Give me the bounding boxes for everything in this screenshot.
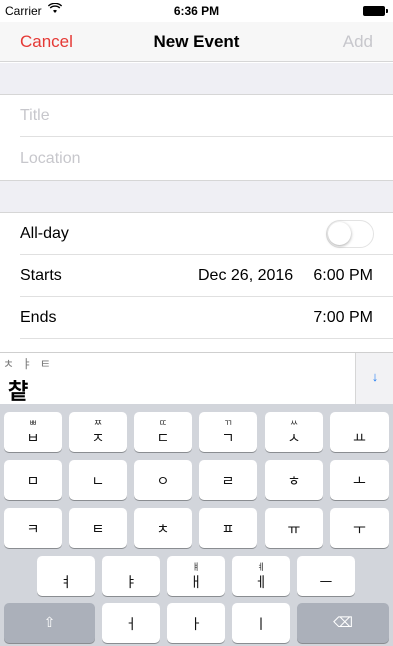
key-label: ㅓ xyxy=(124,616,138,632)
section-separator xyxy=(0,180,393,213)
allday-toggle[interactable] xyxy=(326,220,374,248)
key-label: ㅋ xyxy=(26,521,40,537)
delete-key[interactable]: ⌫ xyxy=(297,603,389,643)
key[interactable]: ㅌ xyxy=(69,508,127,548)
key-label: ㅐ xyxy=(189,574,203,590)
key[interactable]: ㅗ xyxy=(330,460,389,500)
key[interactable]: ㄲ ㄱ xyxy=(199,412,257,452)
key-label: ㅔ xyxy=(254,574,268,590)
key[interactable]: ㅡ xyxy=(297,556,355,596)
key[interactable]: ㅋ xyxy=(4,508,62,548)
key-label: ㅛ xyxy=(353,430,366,446)
key[interactable]: ㅊ xyxy=(134,508,192,548)
key[interactable]: ㅜ xyxy=(330,508,389,548)
location-placeholder: Location xyxy=(20,150,81,167)
key-label: ㅍ xyxy=(221,521,235,537)
key[interactable]: ㄴ xyxy=(69,460,127,500)
composed-character[interactable]: 챹 xyxy=(8,374,28,406)
key-label: ㅁ xyxy=(26,473,40,489)
key-label: ㅣ xyxy=(254,616,268,632)
key-label: ㄴ xyxy=(91,473,105,489)
key[interactable]: ㅁ xyxy=(4,460,62,500)
key-label: ㅊ xyxy=(156,521,170,537)
starts-label: Starts xyxy=(20,267,62,284)
key-label: ㅡ xyxy=(319,574,333,590)
key[interactable]: ㅓ xyxy=(102,603,160,643)
battery-icon xyxy=(363,6,388,16)
dismiss-keyboard-button[interactable]: ↓ xyxy=(355,353,393,405)
key[interactable]: ㅍ xyxy=(199,508,257,548)
key[interactable]: ㅉ ㅈ xyxy=(69,412,127,452)
key-label: ㅅ xyxy=(287,430,301,446)
key-label: ㅏ xyxy=(189,616,203,632)
starts-row[interactable]: Starts Dec 26, 2016 6:00 PM xyxy=(20,255,393,297)
add-button[interactable]: Add xyxy=(343,32,373,52)
key[interactable]: ㅇ xyxy=(134,460,192,500)
key-label: ㅇ xyxy=(156,473,170,489)
key[interactable]: ㄸ ㄷ xyxy=(134,412,192,452)
key[interactable]: ㅕ xyxy=(37,556,95,596)
keyboard-candidate-bar: ㅊ ㅑ ㅌ 챹 ↓ xyxy=(0,352,393,406)
toggle-knob xyxy=(328,222,351,245)
key-label: ㄹ xyxy=(221,473,235,489)
shift-key[interactable]: ⇧ xyxy=(4,603,95,643)
key-label: ㄷ xyxy=(156,430,170,446)
shift-icon: ⇧ xyxy=(43,614,56,630)
allday-row: All-day xyxy=(20,213,393,255)
korean-keyboard: ㅃ ㅂ ㅉ ㅈ ㄸ ㄷ ㄲ ㄱ ㅆ ㅅ ㅛ ㅁ ㄴ ㅇ ㄹ ㅎ ㅗ ㅋ ㅌ ㅊ … xyxy=(0,404,393,646)
ends-label: Ends xyxy=(20,309,57,326)
key[interactable]: ㅛ xyxy=(330,412,389,452)
key-label: ㅑ xyxy=(124,574,138,590)
key[interactable]: ㅏ xyxy=(167,603,225,643)
key[interactable]: ㅣ xyxy=(232,603,290,643)
key[interactable]: ㅑ xyxy=(102,556,160,596)
key-label: ㅌ xyxy=(91,521,105,537)
title-field[interactable]: Title xyxy=(20,95,393,137)
key-label: ㅗ xyxy=(353,473,366,489)
page-title: New Event xyxy=(153,32,240,51)
start-time-value: 6:00 PM xyxy=(313,267,373,284)
nav-bar: Cancel New Event Add xyxy=(0,22,393,62)
jamo-hint: ㅊ ㅑ ㅌ xyxy=(3,357,53,371)
delete-icon: ⌫ xyxy=(333,614,353,630)
key-label: ㅎ xyxy=(287,473,301,489)
status-time: 6:36 PM xyxy=(173,4,220,18)
key-label: ㅈ xyxy=(91,430,105,446)
section-separator xyxy=(0,63,393,95)
allday-label: All-day xyxy=(20,225,69,242)
status-bar: Carrier 6:36 PM xyxy=(0,0,393,22)
key-label: ㄱ xyxy=(221,430,235,446)
key[interactable]: ㅒ ㅐ xyxy=(167,556,225,596)
start-date-value: Dec 26, 2016 xyxy=(198,267,294,284)
down-arrow-icon: ↓ xyxy=(371,369,379,384)
key[interactable]: ㅎ xyxy=(265,460,323,500)
key[interactable]: ㅃ ㅂ xyxy=(4,412,62,452)
key-label: ㅠ xyxy=(287,521,301,537)
key[interactable]: ㅠ xyxy=(265,508,323,548)
key[interactable]: ㅖ ㅔ xyxy=(232,556,290,596)
end-time-value: 7:00 PM xyxy=(313,309,373,326)
key-label: ㅕ xyxy=(59,574,73,590)
key-label: ㅂ xyxy=(26,430,40,446)
ends-row[interactable]: Ends 7:00 PM xyxy=(20,297,393,339)
location-field[interactable]: Location xyxy=(20,138,393,180)
key[interactable]: ㅆ ㅅ xyxy=(265,412,323,452)
key[interactable]: ㄹ xyxy=(199,460,257,500)
title-placeholder: Title xyxy=(20,107,50,124)
key-label: ㅜ xyxy=(353,521,366,537)
